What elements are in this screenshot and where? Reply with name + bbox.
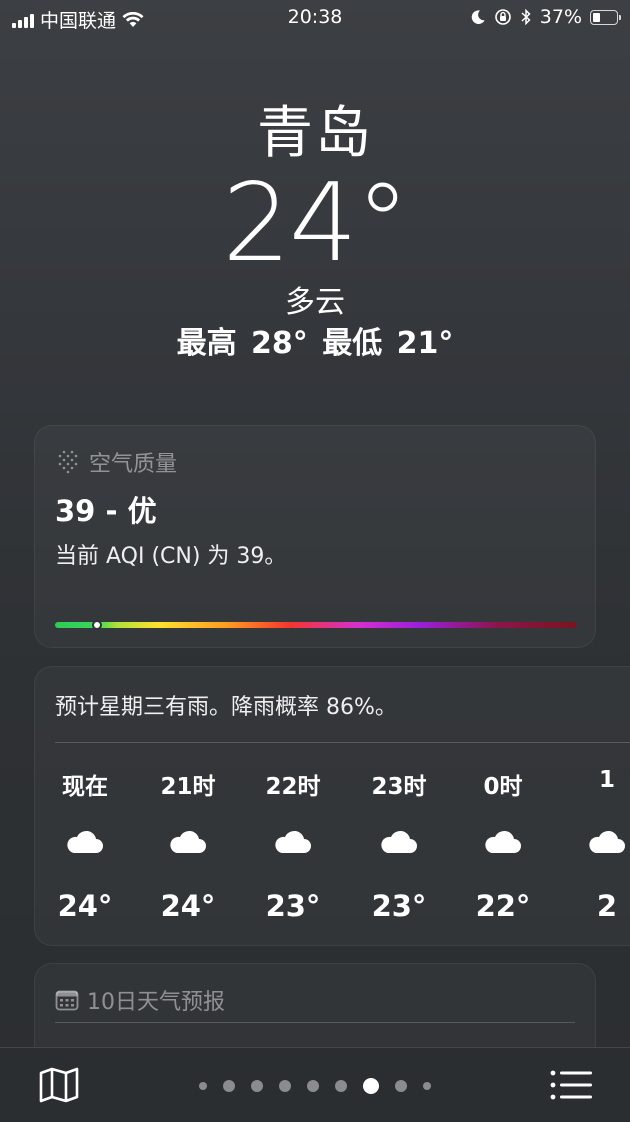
high-low-temperature: 最高 28° 最低 21° (176, 326, 454, 361)
ten-day-forecast-header: 10日天气预报 (55, 984, 225, 1016)
hourly-summary: 预计星期三有雨。降雨概率 86%。 (55, 695, 397, 720)
hour-temperature: 22° (475, 889, 531, 923)
hourly-divider (55, 742, 630, 743)
forecast-divider (55, 1022, 575, 1023)
air-quality-title: 空气质量 (89, 452, 178, 477)
hour-temperature: 24° (57, 889, 113, 923)
aqi-marker (91, 620, 102, 630)
page-dot[interactable] (199, 1082, 207, 1090)
page-dot[interactable] (279, 1080, 291, 1092)
hourly-forecast-card[interactable]: 预计星期三有雨。降雨概率 86%。 现在 24° 21时 24° 22时 23°… (34, 666, 630, 946)
hour-temperature: 24° (160, 889, 216, 923)
moon-icon (471, 10, 485, 24)
hour-label: 1 (598, 767, 615, 793)
orientation-lock-icon (494, 9, 511, 25)
hour-label: 21时 (160, 774, 216, 800)
aqi-scale-bar (55, 620, 577, 630)
cloud-icon (275, 830, 311, 853)
aqi-description: 当前 AQI (CN) 为 39。 (55, 544, 287, 569)
ten-day-forecast-title: 10日天气预报 (87, 990, 225, 1015)
cloud-icon (170, 830, 206, 853)
hour-label: 23时 (371, 774, 427, 800)
cloud-icon (485, 830, 521, 853)
page-dot[interactable] (223, 1080, 235, 1092)
hour-temperature: 2 (596, 889, 618, 923)
cloud-icon (381, 830, 417, 853)
bottom-toolbar (0, 1047, 630, 1122)
battery-percent: 37% (539, 6, 582, 28)
air-quality-icon (58, 450, 78, 474)
page-dot[interactable] (335, 1080, 347, 1092)
air-quality-header: 空气质量 (55, 446, 177, 478)
air-quality-card[interactable]: 空气质量 39 - 优 当前 AQI (CN) 为 39。 (34, 425, 596, 648)
bluetooth-icon (521, 8, 531, 26)
page-dot[interactable] (423, 1082, 431, 1090)
status-bar-right: 37% (470, 6, 621, 28)
hour-temperature: 23° (371, 889, 427, 923)
hour-label: 22时 (265, 774, 321, 800)
hour-label: 现在 (62, 774, 108, 800)
aqi-value: 39 - 优 (55, 494, 157, 528)
current-weather: 青岛 24° 多云 最高 28° 最低 21° (0, 96, 630, 364)
page-dot[interactable] (395, 1080, 407, 1092)
page-dot[interactable] (307, 1080, 319, 1092)
weather-condition: 多云 (285, 285, 345, 320)
battery-icon (590, 9, 621, 25)
status-bar: 中国联通 20:38 37% (0, 0, 630, 36)
page-indicator[interactable] (0, 1078, 630, 1094)
current-temperature: 24° (222, 161, 409, 286)
battery-fill (593, 12, 600, 22)
hour-temperature: 23° (265, 889, 321, 923)
calendar-icon (55, 990, 79, 1011)
cloud-icon (67, 830, 103, 853)
page-dot[interactable] (251, 1080, 263, 1092)
cloud-icon (589, 830, 625, 853)
page-dot[interactable] (363, 1078, 379, 1094)
list-icon[interactable] (550, 1070, 592, 1100)
hour-label: 0时 (483, 774, 523, 800)
